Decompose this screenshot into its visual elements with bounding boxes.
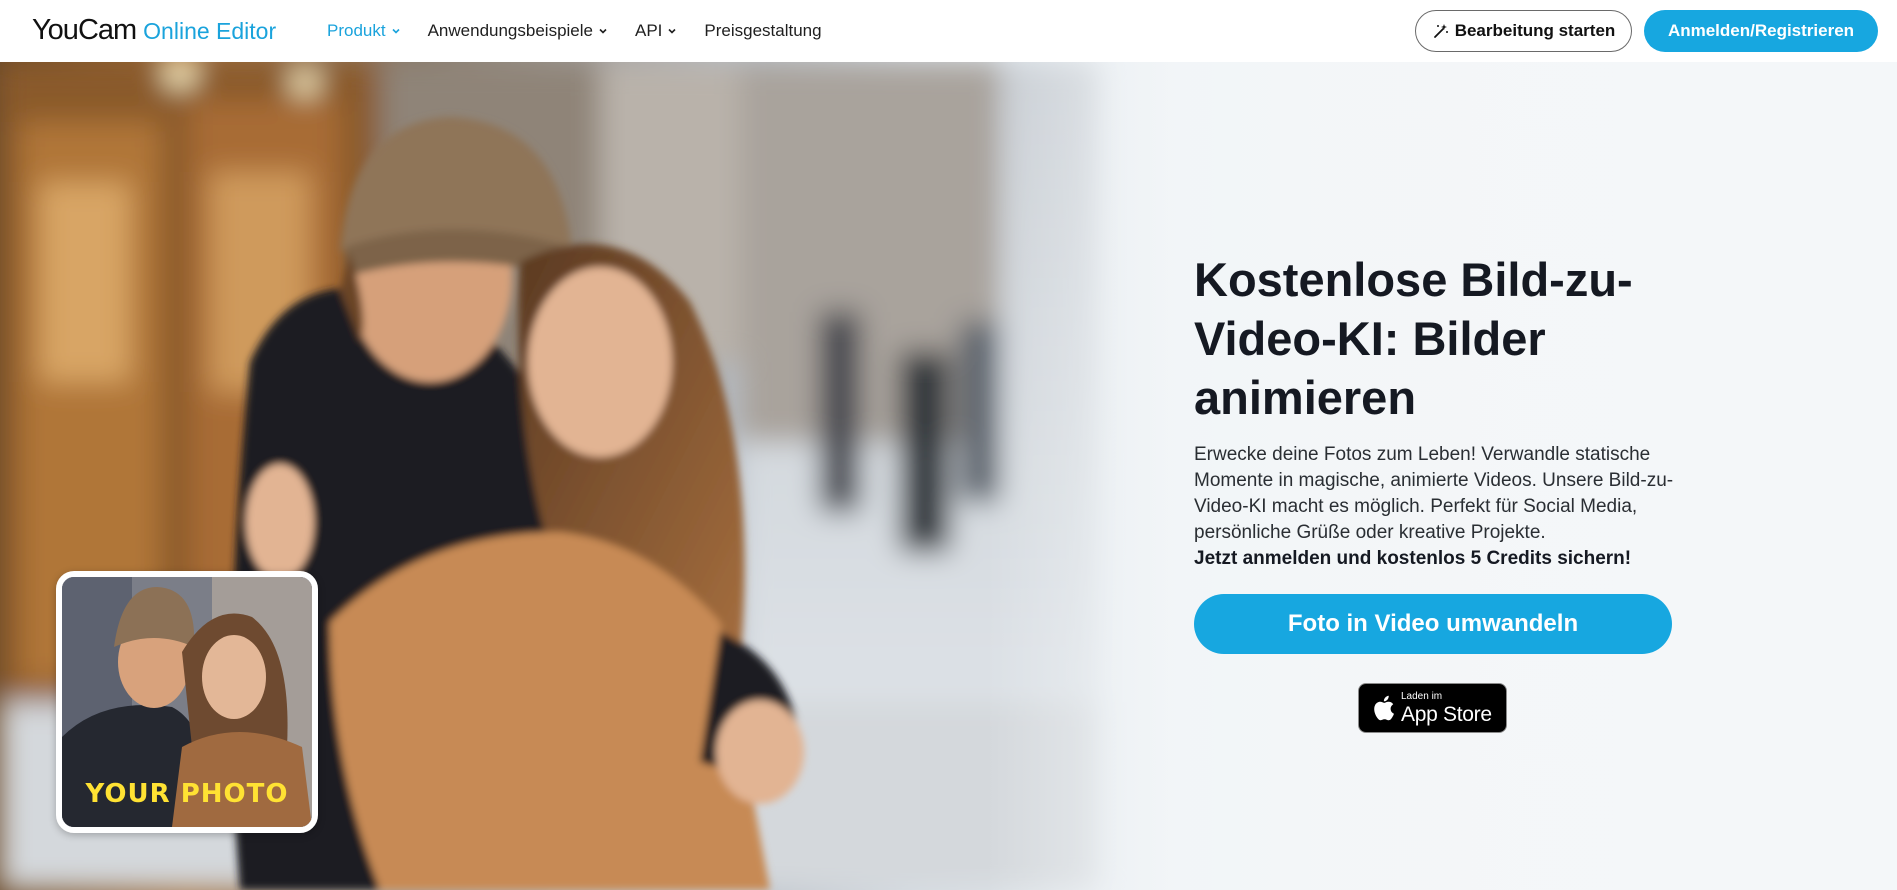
nav-item-preisgestaltung[interactable]: Preisgestaltung bbox=[704, 21, 821, 41]
source-photo-thumbnail: YOUR PHOTO bbox=[56, 571, 318, 833]
logo-sub: Online Editor bbox=[143, 18, 277, 44]
hero-description: Erwecke deine Fotos zum Leben! Verwandle… bbox=[1194, 442, 1684, 572]
nav-item-label: Anwendungsbeispiele bbox=[427, 21, 593, 40]
convert-photo-to-video-button[interactable]: Foto in Video umwandeln bbox=[1194, 594, 1672, 654]
app-store-text: Laden im App Store bbox=[1401, 690, 1492, 726]
nav-item-label: Preisgestaltung bbox=[704, 21, 822, 40]
hero-title: Kostenlose Bild-zu-Video-KI: Bilder anim… bbox=[1194, 253, 1633, 424]
chevron-down-icon bbox=[666, 25, 678, 37]
signin-button[interactable]: Anmelden/Registrieren bbox=[1644, 10, 1878, 52]
nav-item-produkt[interactable]: Produkt bbox=[327, 21, 402, 41]
magic-wand-icon bbox=[1432, 22, 1450, 40]
nav-item-label: Produkt bbox=[327, 21, 386, 40]
main-nav: Produkt Anwendungsbeispiele API Preisges… bbox=[327, 0, 848, 62]
app-store-badge[interactable]: Laden im App Store bbox=[1358, 683, 1507, 733]
site-header: YouCam Online Editor Produkt Anwendungsb… bbox=[0, 0, 1897, 62]
app-store-big-text: App Store bbox=[1401, 702, 1492, 726]
apple-icon bbox=[1371, 694, 1395, 722]
thumbnail-label: YOUR PHOTO bbox=[85, 779, 289, 809]
logo-main: YouCam bbox=[32, 14, 137, 46]
hero-description-text: Erwecke deine Fotos zum Leben! Verwandle… bbox=[1194, 444, 1674, 543]
nav-item-api[interactable]: API bbox=[635, 21, 678, 41]
hero-description-strong: Jetzt anmelden und kostenlos 5 Credits s… bbox=[1194, 548, 1632, 569]
nav-item-label: API bbox=[635, 21, 663, 40]
start-editing-button[interactable]: Bearbeitung starten bbox=[1415, 10, 1632, 52]
nav-item-anwendungsbeispiele[interactable]: Anwendungsbeispiele bbox=[428, 21, 609, 41]
app-store-small-text: Laden im bbox=[1401, 690, 1443, 702]
chevron-down-icon bbox=[390, 25, 402, 37]
logo[interactable]: YouCam Online Editor bbox=[32, 14, 276, 47]
hero-section: YOUR PHOTO Kostenlose Bild-zu-Video-KI: … bbox=[0, 62, 1897, 890]
chevron-down-icon bbox=[597, 25, 609, 37]
start-editing-label: Bearbeitung starten bbox=[1454, 21, 1616, 40]
